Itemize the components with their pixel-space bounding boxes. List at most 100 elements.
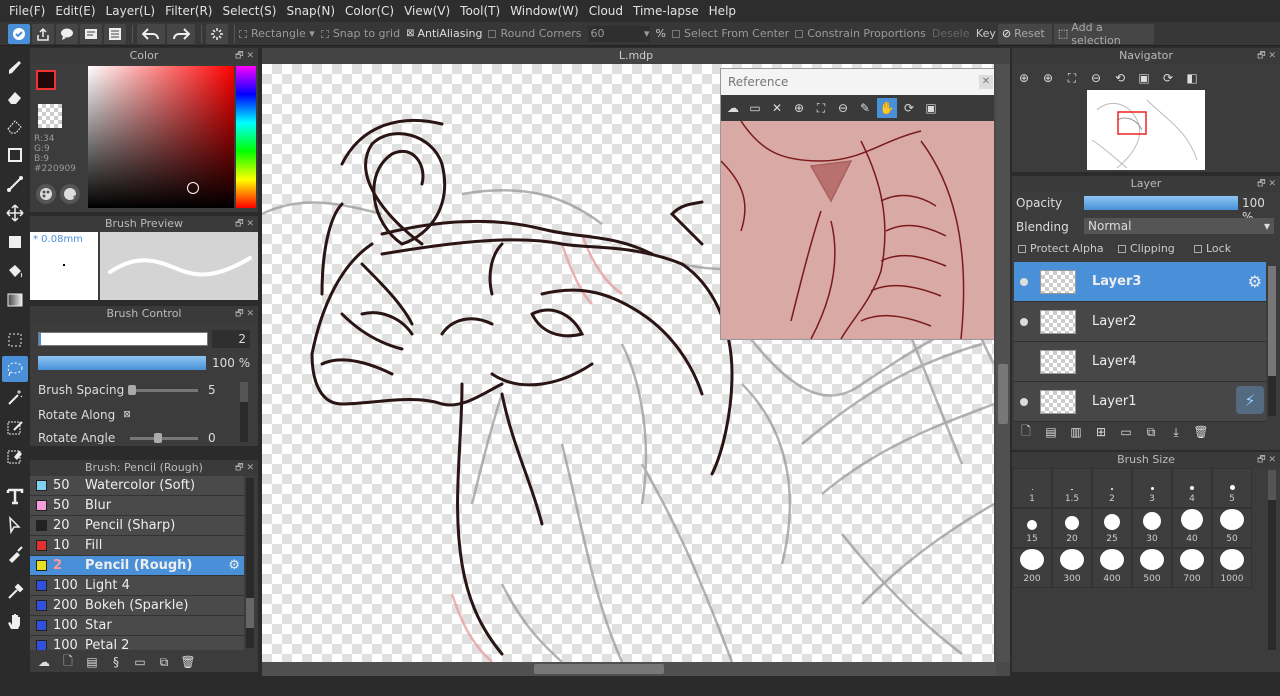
lock-checkbox[interactable]: Lock xyxy=(1194,242,1231,255)
new-brush-icon[interactable]: 🗋 xyxy=(58,652,78,672)
brush-options-icon[interactable]: ▤ xyxy=(82,652,102,672)
brush-size-option[interactable]: 2 xyxy=(1092,468,1132,508)
reference-close-icon[interactable]: ✕ xyxy=(979,75,993,89)
brush-item[interactable]: 100 Light 4 xyxy=(30,576,244,596)
chat-icon[interactable] xyxy=(56,23,78,44)
menu-edit[interactable]: Edit(E) xyxy=(50,0,100,22)
brush-size-option[interactable]: 5 xyxy=(1212,468,1252,508)
rotate-angle-slider[interactable] xyxy=(130,432,198,443)
palette-icon[interactable] xyxy=(36,184,56,204)
open-folder-icon[interactable]: ▭ xyxy=(745,98,765,118)
menu-cloud[interactable]: Cloud xyxy=(584,0,628,22)
brush-control-scrollbar[interactable] xyxy=(240,382,248,442)
line-tool-icon[interactable] xyxy=(2,171,28,197)
zoom-in-alt-icon[interactable]: ⊕ xyxy=(1038,68,1058,88)
saturation-value-picker[interactable] xyxy=(88,66,234,208)
move-tool-icon[interactable] xyxy=(2,200,28,226)
brush-item[interactable]: 200 Bokeh (Sparkle) xyxy=(30,596,244,616)
rotate-icon[interactable]: ⟳ xyxy=(899,98,919,118)
bucket-tool-icon[interactable] xyxy=(2,258,28,284)
blending-select[interactable]: Normal ▾ xyxy=(1084,218,1274,234)
menu-help[interactable]: Help xyxy=(704,0,741,22)
brush-item[interactable]: 50 Watercolor (Soft) xyxy=(30,476,244,496)
brush-item[interactable]: 10 Fill xyxy=(30,536,244,556)
panel-menu-icon[interactable]: 🗗 ✕ xyxy=(235,306,254,322)
flip-icon[interactable]: ◧ xyxy=(1182,68,1202,88)
brush-tool-icon[interactable] xyxy=(2,55,28,81)
copy-brush-icon[interactable]: ⧉ xyxy=(154,652,174,672)
canvas-horizontal-scrollbar[interactable] xyxy=(262,662,996,676)
hand-icon[interactable]: ✋ xyxy=(877,98,897,118)
new-folder-icon[interactable]: ▭ xyxy=(1116,422,1136,442)
brush-size-option[interactable]: 40 xyxy=(1172,508,1212,548)
navigator-preview[interactable] xyxy=(1087,90,1205,170)
magic-wand-icon[interactable] xyxy=(2,385,28,411)
fill-rect-tool-icon[interactable] xyxy=(2,229,28,255)
panel-menu-icon[interactable]: 🗗 ✕ xyxy=(235,216,254,232)
new-8bit-layer-icon[interactable]: ▤ xyxy=(1041,422,1061,442)
panel-menu-icon[interactable]: 🗗 ✕ xyxy=(1257,452,1276,468)
brush-size-option[interactable]: 4 xyxy=(1172,468,1212,508)
brush-opacity-slider[interactable] xyxy=(38,356,206,370)
merge-layer-icon[interactable]: ⤓ xyxy=(1166,422,1186,442)
brush-size-option[interactable]: 300 xyxy=(1052,548,1092,588)
drawing-canvas[interactable]: Reference ✕ ☁ ▭ ✕ ⊕ ⛶ ⊖ ✎ ✋ ⟳ ▣ xyxy=(262,64,994,662)
brush-size-input[interactable]: 2 xyxy=(212,330,250,348)
transparent-swatch[interactable] xyxy=(38,104,62,128)
brush-size-option[interactable]: 50 xyxy=(1212,508,1252,548)
reset-button[interactable]: ⊘ Reset xyxy=(997,23,1052,44)
menu-snap[interactable]: Snap(N) xyxy=(281,0,340,22)
brush-spacing-slider[interactable] xyxy=(128,384,198,395)
gear-icon[interactable]: ⚙ xyxy=(1248,272,1262,291)
main-color-swatch[interactable] xyxy=(36,70,56,90)
select-from-center-checkbox[interactable]: Select From Center xyxy=(671,27,789,40)
divide-tool-icon[interactable] xyxy=(2,541,28,567)
gradient-tool-icon[interactable] xyxy=(2,287,28,313)
brush-size-option[interactable]: 25 xyxy=(1092,508,1132,548)
menu-tool[interactable]: Tool(T) xyxy=(455,0,505,22)
select-tool-icon[interactable] xyxy=(2,327,28,353)
fullscreen-icon[interactable]: ▣ xyxy=(921,98,941,118)
brush-size-option[interactable]: 3 xyxy=(1132,468,1172,508)
layer-opacity-slider[interactable] xyxy=(1084,196,1238,210)
brush-script-icon[interactable]: § xyxy=(106,652,126,672)
menu-view[interactable]: View(V) xyxy=(399,0,455,22)
delete-brush-icon[interactable]: 🗑 xyxy=(178,652,198,672)
menu-color[interactable]: Color(C) xyxy=(340,0,399,22)
close-reference-icon[interactable]: ✕ xyxy=(767,98,787,118)
brush-size-slider[interactable] xyxy=(38,332,208,346)
layer-row[interactable]: Layer2 xyxy=(1014,302,1266,342)
lasso-tool-icon[interactable] xyxy=(2,356,28,382)
brush-item[interactable]: 100 Petal 2 xyxy=(30,636,244,650)
note-icon[interactable] xyxy=(80,23,102,44)
zoom-out-icon[interactable]: ⊖ xyxy=(1086,68,1106,88)
panel-menu-icon[interactable]: 🗗 ✕ xyxy=(235,460,254,476)
snap-to-grid-checkbox[interactable]: Snap to grid xyxy=(320,27,400,40)
visibility-icon[interactable] xyxy=(1020,277,1028,286)
operation-tool-icon[interactable] xyxy=(2,512,28,538)
selection-eraser-icon[interactable] xyxy=(2,113,28,139)
layer-list-scrollbar[interactable] xyxy=(1268,266,1276,416)
menu-timelapse[interactable]: Time-lapse xyxy=(628,0,704,22)
brush-folder-icon[interactable]: ▭ xyxy=(130,652,150,672)
brush-size-option[interactable]: 20 xyxy=(1052,508,1092,548)
text-tool-icon[interactable] xyxy=(2,483,28,509)
palette-add-icon[interactable] xyxy=(60,184,80,204)
brush-size-option[interactable]: 15 xyxy=(1012,508,1052,548)
eraser-tool-icon[interactable] xyxy=(2,84,28,110)
new-layer-icon[interactable]: 🗋 xyxy=(1016,422,1036,442)
delete-layer-icon[interactable]: 🗑 xyxy=(1191,422,1211,442)
menu-layer[interactable]: Layer(L) xyxy=(101,0,161,22)
deselect-button[interactable]: Deselec xyxy=(932,27,970,40)
visibility-icon[interactable] xyxy=(1020,358,1028,366)
reset-view-icon[interactable]: ▣ xyxy=(1134,68,1154,88)
zoom-in-icon[interactable]: ⊕ xyxy=(1014,68,1034,88)
menu-filter[interactable]: Filter(R) xyxy=(160,0,217,22)
loading-icon[interactable] xyxy=(206,23,228,44)
brush-item[interactable]: 50 Blur xyxy=(30,496,244,516)
brush-size-option[interactable]: 1.5 xyxy=(1052,468,1092,508)
layer-row-selected[interactable]: Layer3 ⚙ xyxy=(1014,262,1266,302)
antialiasing-checkbox[interactable]: ⊠ AntiAliasing xyxy=(406,27,482,40)
rotate-along-checkbox[interactable]: ⊠ xyxy=(123,410,131,420)
menu-select[interactable]: Select(S) xyxy=(217,0,281,22)
